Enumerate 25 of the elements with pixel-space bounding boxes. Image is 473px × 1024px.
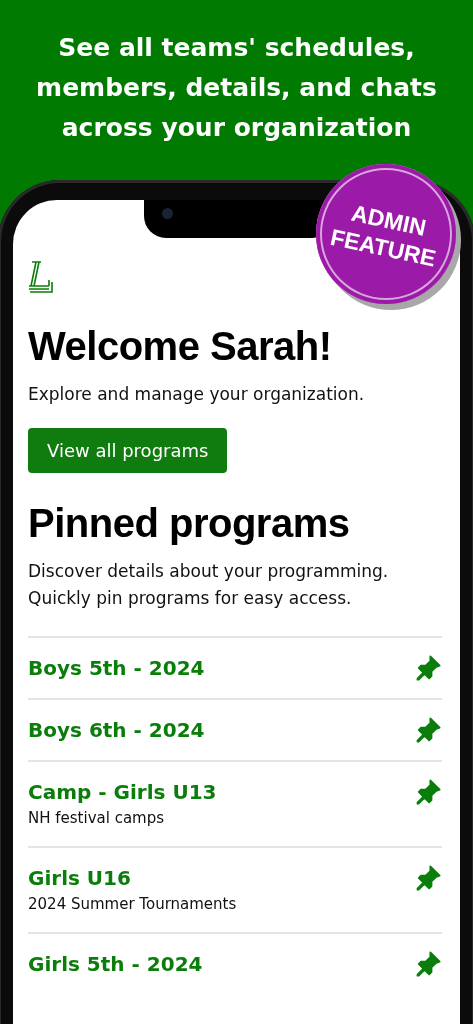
program-name: Boys 6th - 2024 bbox=[28, 717, 205, 744]
banner-title: See all teams' schedules, members, details, and chats across your organization bbox=[35, 32, 438, 144]
program-item[interactable]: Camp - Girls U13 NH festival camps bbox=[28, 760, 442, 846]
program-item[interactable]: Girls 5th - 2024 bbox=[28, 932, 442, 994]
welcome-heading: Welcome Sarah! bbox=[28, 324, 333, 369]
program-item[interactable]: Boys 5th - 2024 bbox=[28, 636, 442, 698]
logo-drawing bbox=[28, 260, 56, 294]
pin-icon[interactable] bbox=[414, 778, 442, 806]
program-name: Boys 5th - 2024 bbox=[28, 655, 205, 682]
program-subtitle: 2024 Summer Tournaments bbox=[28, 894, 237, 915]
pin-icon[interactable] bbox=[414, 864, 442, 892]
program-name: Girls 5th - 2024 bbox=[28, 951, 203, 978]
badge-label: ADMIN FEATURE bbox=[327, 198, 440, 273]
program-item[interactable]: Girls U16 2024 Summer Tournaments bbox=[28, 846, 442, 932]
program-name: Camp - Girls U13 bbox=[28, 779, 217, 806]
program-subtitle: NH festival camps bbox=[28, 808, 166, 829]
welcome-text: Explore and manage your organization. bbox=[28, 383, 366, 406]
pin-icon[interactable] bbox=[414, 716, 442, 744]
pin-icon[interactable] bbox=[414, 654, 442, 682]
program-item[interactable]: Boys 6th - 2024 bbox=[28, 698, 442, 760]
program-name: Girls U16 bbox=[28, 865, 132, 892]
pin-icon[interactable] bbox=[414, 950, 442, 978]
view-programs-button[interactable]: View all programs bbox=[28, 428, 228, 473]
pinned-description: Discover details about your programming. Quickly pin programs for easy access. bbox=[28, 560, 390, 610]
pinned-heading: Pinned programs bbox=[28, 501, 351, 546]
